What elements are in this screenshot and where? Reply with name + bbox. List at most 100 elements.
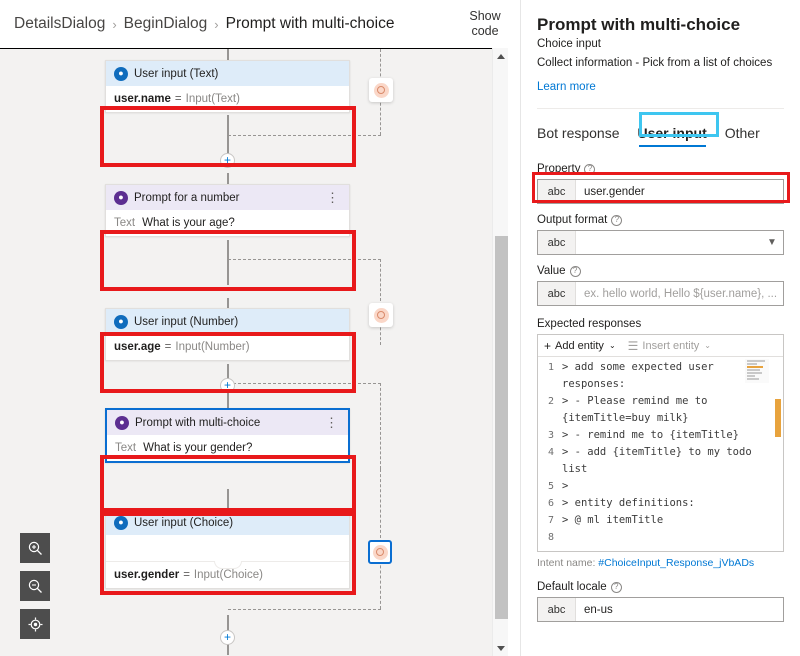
scrollbar-thumb[interactable] [495, 236, 508, 619]
code-line: 7 > @ ml itemTitle [538, 512, 783, 529]
abc-tag: abc [538, 180, 576, 203]
property-input[interactable]: abc user.gender [537, 179, 784, 204]
flow-node-field-text: What is your gender? [143, 442, 253, 454]
line-content: > @ ml itemTitle [562, 514, 664, 526]
flow-branch-connector [228, 383, 381, 384]
field-label: Default locale ? [537, 581, 784, 593]
zoom-in-button[interactable] [20, 533, 50, 563]
expected-responses-code[interactable]: 1 > add some expected user responses: 2 … [538, 357, 783, 551]
person-icon: ● [114, 66, 128, 81]
intent-name-link[interactable]: #ChoiceInput_Response_jVbADs [598, 557, 754, 569]
code-line: 2 > - Please remind me to {itemTitle=buy… [538, 393, 783, 427]
flow-node-user-input-number[interactable]: ● User input (Number) user.age = Input(N… [105, 308, 350, 361]
field-label-text: Output format [537, 214, 608, 226]
chevron-down-icon[interactable]: ⌄ [704, 341, 711, 350]
flow-branch-connector [380, 383, 381, 469]
stop-badge[interactable] [369, 78, 393, 102]
insert-entity-label: Insert entity [642, 339, 700, 352]
stop-icon [373, 307, 389, 323]
field-label-text: Property [537, 163, 581, 175]
flow-branch-connector [380, 259, 381, 345]
field-property: Property ? abc user.gender [537, 163, 784, 204]
line-content: > [562, 480, 569, 492]
value-input[interactable]: abc ex. hello world, Hello ${user.name},… [537, 281, 784, 306]
flow-node-title: Prompt with multi-choice [135, 416, 261, 429]
flow-canvas-inner: + + + ● User input (Text) user.name = In… [0, 49, 507, 656]
flow-canvas[interactable]: + + + ● User input (Text) user.name = In… [0, 48, 508, 656]
default-locale-input[interactable]: abc en-us [537, 597, 784, 622]
scroll-down-arrow-icon[interactable] [493, 640, 509, 656]
flow-node-more-menu-icon[interactable]: ⋮ [324, 191, 341, 204]
breadcrumb-item-2[interactable]: Prompt with multi-choice [226, 15, 395, 33]
add-node-button[interactable]: + [220, 378, 235, 393]
flow-node-more-menu-icon[interactable]: ⋮ [323, 416, 340, 429]
flow-node-field-text: What is your age? [142, 217, 235, 229]
info-icon[interactable]: ? [610, 581, 622, 593]
flow-node-title: User input (Choice) [134, 516, 234, 529]
plus-icon: + [544, 338, 552, 353]
property-input-value[interactable]: user.gender [576, 180, 783, 203]
field-label: Property ? [537, 163, 784, 175]
info-icon[interactable]: ? [569, 265, 581, 277]
flow-node-body: user.name = Input(Text) [106, 86, 349, 112]
line-content: > - remind me to {itemTitle} [562, 429, 740, 441]
default-locale-input-value[interactable]: en-us [576, 598, 783, 621]
flow-node-prompt-for-a-number[interactable]: ● Prompt for a number ⋮ Text What is you… [105, 184, 350, 237]
add-entity-button[interactable]: + Add entity ⌄ [544, 340, 616, 352]
flow-node-user-input-text[interactable]: ● User input (Text) user.name = Input(Te… [105, 60, 350, 113]
line-number: 1 [547, 362, 554, 373]
chevron-down-icon[interactable]: ▼ [761, 231, 783, 254]
chevron-down-icon[interactable]: ⌄ [609, 341, 616, 350]
scroll-up-arrow-icon[interactable] [493, 48, 509, 64]
breadcrumb-separator-icon: › [214, 16, 219, 32]
breadcrumb-item-1[interactable]: BeginDialog [124, 15, 208, 33]
info-icon[interactable]: ? [584, 163, 596, 175]
zoom-in-icon [28, 541, 42, 555]
breadcrumb-item-0[interactable]: DetailsDialog [14, 15, 105, 33]
field-default-locale: Default locale ? abc en-us [537, 581, 784, 622]
output-format-input[interactable]: abc ▼ [537, 230, 784, 255]
learn-more-link[interactable]: Learn more [537, 81, 596, 93]
flow-node-empty-row [106, 535, 349, 561]
property-panel: Prompt with multi-choice Choice input Co… [520, 0, 800, 656]
info-icon[interactable]: ? [611, 214, 623, 226]
flow-node-header: ● User input (Number) [106, 309, 349, 334]
code-scrollbar-thumb[interactable] [775, 399, 781, 437]
add-node-button[interactable]: + [220, 630, 235, 645]
flow-node-header: ● Prompt for a number ⋮ [106, 185, 349, 210]
flow-node-user-input-choice[interactable]: ● User input (Choice) user.gender = Inpu… [105, 509, 350, 589]
stop-icon [373, 82, 389, 98]
zoom-out-icon [28, 579, 42, 593]
prompt-icon: ● [114, 190, 128, 205]
tab-other[interactable]: Other [725, 125, 760, 147]
flow-node-title: User input (Text) [134, 67, 219, 80]
panel-tabs: Bot response User input Other [521, 109, 800, 147]
intent-name: Intent name: #ChoiceInput_Response_jVbAD… [537, 557, 784, 569]
canvas-scrollbar[interactable] [492, 48, 508, 656]
add-entity-label: Add entity [555, 339, 604, 352]
output-format-input-value[interactable] [576, 231, 761, 254]
app-root: DetailsDialog › BeginDialog › Prompt wit… [0, 0, 800, 656]
flow-node-divider [106, 561, 349, 562]
flow-node-value: Input(Choice) [193, 569, 263, 581]
code-line: 4 > - add {itemTitle} to my todo list [538, 444, 783, 478]
code-minimap[interactable] [745, 359, 769, 383]
zoom-out-button[interactable] [20, 571, 50, 601]
person-icon: ● [114, 314, 128, 329]
expected-responses-editor[interactable]: + Add entity ⌄ ☰ Insert entity ⌄ 1 > add… [537, 334, 784, 552]
show-code-button[interactable]: Show code [462, 9, 508, 39]
tab-bot-response[interactable]: Bot response [537, 125, 620, 147]
tab-user-input[interactable]: User input [638, 125, 707, 147]
flow-node-prompt-with-multi-choice[interactable]: ● Prompt with multi-choice ⋮ Text What i… [105, 408, 350, 463]
flow-node-equals: = [164, 341, 172, 353]
code-line: 6 > entity definitions: [538, 495, 783, 512]
stop-badge-selected[interactable] [368, 540, 392, 564]
value-input-placeholder[interactable]: ex. hello world, Hello ${user.name}, ... [576, 282, 783, 305]
line-number: 8 [547, 532, 554, 543]
zoom-fit-button[interactable] [20, 609, 50, 639]
add-node-button[interactable]: + [220, 153, 235, 168]
line-number: 2 [547, 396, 554, 407]
insert-entity-button[interactable]: ☰ Insert entity ⌄ [628, 340, 711, 352]
stop-badge[interactable] [369, 303, 393, 327]
flow-node-equals: = [174, 93, 182, 105]
